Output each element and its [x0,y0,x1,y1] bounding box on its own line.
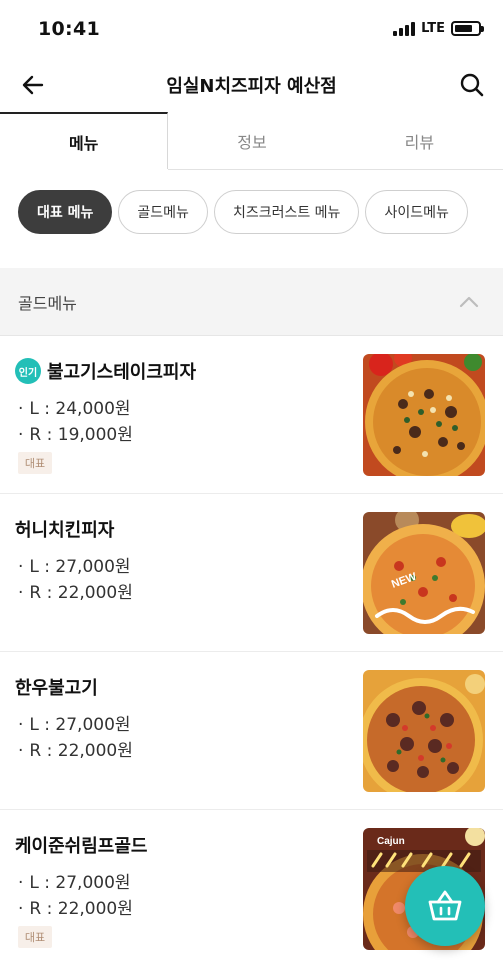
menu-item-name: 한우불고기 [15,678,98,699]
chevron-up-icon [459,296,479,308]
search-button[interactable] [457,70,487,100]
price-regular: · R : 19,000원 [18,425,133,445]
representative-badge: 대표 [18,926,52,948]
page-title: 임실N치즈피자 예산점 [166,76,337,97]
price-large: · L : 27,000원 [18,873,131,893]
battery-icon [451,21,484,36]
collapse-button[interactable] [457,290,481,314]
representative-badge: 대표 [18,452,52,474]
price-large: · L : 27,000원 [18,715,131,735]
search-icon [460,73,484,97]
price-regular: · R : 22,000원 [18,583,133,603]
price-large: · L : 27,000원 [18,557,131,577]
cart-button[interactable] [405,866,485,946]
chip-gold-menu[interactable]: 골드메뉴 [118,190,208,234]
status-indicators: LTE [393,21,484,36]
menu-item-image [363,354,485,476]
price-large: · L : 24,000원 [18,399,131,419]
menu-item-image [363,670,485,792]
menu-item[interactable]: 허니치킨피자 · L : 27,000원 · R : 22,000원 NEW [0,494,503,652]
store-tabs: 메뉴 정보 리뷰 [0,112,503,170]
chip-cheese-crust-menu[interactable]: 치즈크러스트 메뉴 [213,190,360,234]
shopping-basket-icon [428,890,462,921]
menu-item-name: 불고기스테이크피자 [47,362,197,383]
menu-item-image: NEW [363,512,485,634]
menu-item-name: 케이준쉬림프골드 [15,836,148,857]
svg-text:Cajun: Cajun [377,836,405,847]
section-title: 골드메뉴 [18,294,77,313]
chip-representative-menu[interactable]: 대표 메뉴 [18,190,113,234]
chip-side-menu[interactable]: 사이드메뉴 [365,190,468,234]
menu-item-name: 허니치킨피자 [15,520,115,541]
status-time: 10:41 [38,18,100,40]
menu-item[interactable]: 한우불고기 · L : 27,000원 · R : 22,000원 [0,652,503,810]
app-header: 임실N치즈피자 예산점 [0,58,503,112]
signal-icon [393,21,416,36]
menu-list: 인기 불고기스테이크피자 · L : 24,000원 · R : 19,000원 대… [0,336,503,960]
network-label: LTE [421,21,445,36]
section-header-gold-menu[interactable]: 골드메뉴 [0,268,503,336]
popular-badge: 인기 [15,358,41,384]
tab-menu[interactable]: 메뉴 [0,112,169,170]
menu-item[interactable]: 인기 불고기스테이크피자 · L : 24,000원 · R : 19,000원 대… [0,336,503,494]
status-bar: 10:41 LTE [0,0,503,58]
price-regular: · R : 22,000원 [18,741,133,761]
tab-info[interactable]: 정보 [168,112,335,169]
tab-review[interactable]: 리뷰 [336,112,503,169]
category-chips: 대표 메뉴 골드메뉴 치즈크러스트 메뉴 사이드메뉴 [18,190,468,234]
price-regular: · R : 22,000원 [18,899,133,919]
